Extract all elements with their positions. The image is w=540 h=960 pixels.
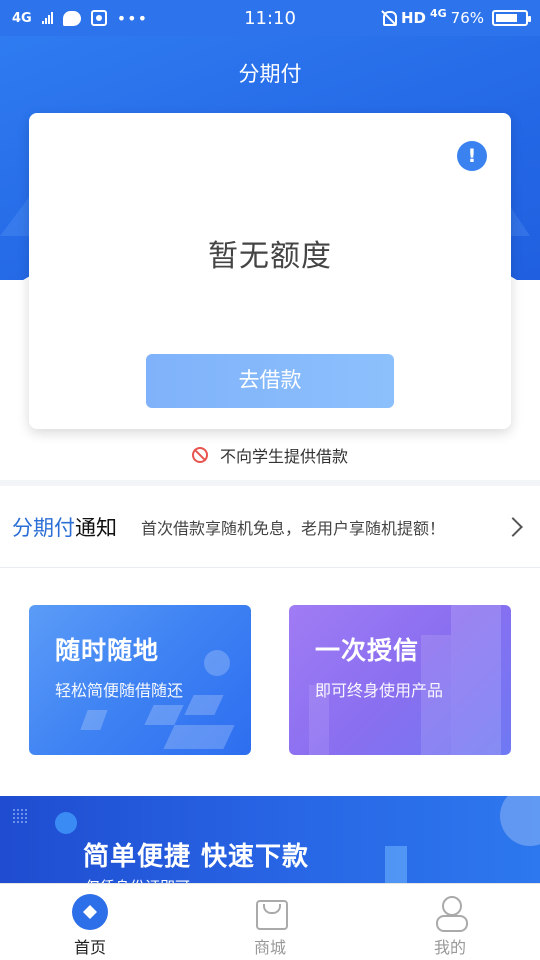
- notice-brand: 分期付: [12, 515, 75, 540]
- nav-label: 我的: [433, 938, 466, 957]
- info-icon[interactable]: !: [457, 141, 487, 171]
- network-type-right: 4G: [429, 6, 447, 20]
- chevron-right-icon[interactable]: [503, 516, 523, 537]
- home-icon: [72, 894, 108, 930]
- chat-icon: [62, 10, 81, 26]
- decor-block: [163, 725, 235, 749]
- ban-icon: [191, 447, 208, 463]
- credit-status: 暂无额度: [208, 239, 332, 274]
- promo-title: 简单便捷 快速下款: [83, 842, 310, 872]
- nav-label: 首页: [73, 938, 106, 957]
- borrow-button[interactable]: 去借款: [146, 354, 394, 408]
- shopping-bag-icon: [252, 894, 288, 930]
- promo-banner[interactable]: 简单便捷 快速下款 仅凭身份证即可: [0, 796, 540, 896]
- decor-circle: [55, 812, 77, 834]
- feature-subtitle: 即可终身使用产品: [315, 681, 444, 700]
- nav-mall[interactable]: 商城: [180, 884, 360, 960]
- page-title: 分期付: [238, 62, 302, 86]
- notice-bar[interactable]: 分期付通知 首次借款享随机免息，老用户享随机提额！: [0, 486, 540, 568]
- nav-profile[interactable]: 我的: [360, 884, 540, 960]
- credit-card: ! 暂无额度 去借款: [29, 113, 511, 429]
- notice-title: 分期付通知: [12, 512, 117, 542]
- decor-circle: [500, 796, 540, 846]
- status-bar: 4G ••• 11:10 HD 4G 76%: [0, 0, 540, 36]
- decor-block: [144, 705, 184, 725]
- decor-dots: [12, 808, 28, 824]
- more-dots-icon: •••: [116, 8, 149, 28]
- app-notification-icon: [90, 10, 107, 26]
- feature-title: 随时随地: [55, 636, 160, 665]
- feature-card-one-time-credit[interactable]: 一次授信 即可终身使用产品: [289, 605, 511, 755]
- feature-title: 一次授信: [315, 636, 420, 665]
- student-notice: 不向学生提供借款: [0, 443, 540, 467]
- signal-icon: [41, 12, 53, 24]
- nav-label: 商城: [253, 938, 286, 957]
- nav-home[interactable]: 首页: [0, 884, 180, 960]
- hd-indicator: HD: [400, 9, 426, 27]
- notice-brand-suffix: 通知: [75, 515, 117, 540]
- network-type: 4G: [12, 10, 32, 26]
- feature-subtitle: 轻松简便随借随还: [55, 681, 184, 700]
- notice-message: 首次借款享随机免息，老用户享随机提额！: [141, 518, 446, 538]
- decor-block: [80, 710, 108, 730]
- battery-fill: [496, 14, 518, 22]
- battery-percent: 76%: [450, 9, 484, 27]
- battery-icon: [492, 10, 531, 26]
- profile-icon: [432, 894, 468, 932]
- bottom-nav: 首页 商城 我的: [0, 883, 540, 960]
- student-notice-text: 不向学生提供借款: [219, 447, 348, 466]
- mute-icon: [381, 10, 397, 26]
- feature-card-anytime[interactable]: 随时随地 轻松简便随借随还: [29, 605, 251, 755]
